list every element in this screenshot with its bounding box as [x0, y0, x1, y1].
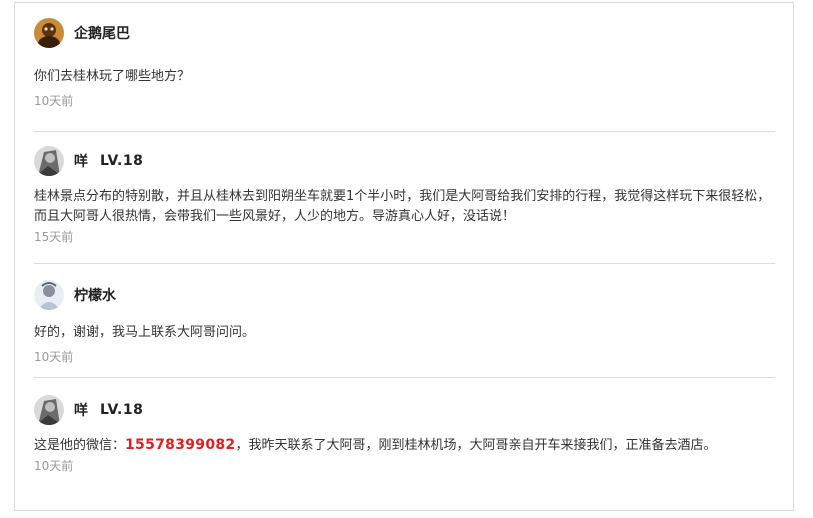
- comment-text-suffix: ，我昨天联系了大阿哥，刚到桂林机场，大阿哥亲自开车来接我们，正准备去酒店。: [235, 438, 717, 453]
- comment-header: 企鹅尾巴: [34, 17, 775, 49]
- comment-text: 好的，谢谢，我马上联系大阿哥问问。: [34, 325, 256, 340]
- comment-header: 咩 LV.18: [34, 394, 775, 426]
- comments-panel: 企鹅尾巴 你们去桂林玩了哪些地方？ 10天前 咩 LV.18 桂林景点分布的特别…: [14, 2, 794, 511]
- username[interactable]: 咩: [74, 151, 88, 171]
- person-avatar-icon[interactable]: [34, 280, 64, 310]
- comment-item: 企鹅尾巴 你们去桂林玩了哪些地方？ 10天前: [34, 17, 775, 109]
- comment-text: 这是他的微信：15578399082，我昨天联系了大阿哥，刚到桂林机场，大阿哥亲…: [34, 435, 775, 456]
- comment-time: 15天前: [34, 230, 74, 244]
- comment-header: 咩 LV.18: [34, 145, 775, 177]
- penguin-avatar-icon[interactable]: [34, 18, 64, 48]
- divider: [34, 263, 775, 264]
- comment-item: 咩 LV.18 桂林景点分布的特别散，并且从桂林去到阳朔坐车就要1个半小时，我们…: [34, 145, 775, 245]
- comment-time: 10天前: [34, 459, 74, 473]
- divider: [34, 377, 775, 378]
- comment-item: 柠檬水 好的，谢谢，我马上联系大阿哥问问。 10天前: [34, 279, 775, 365]
- comment-time: 10天前: [34, 350, 74, 364]
- username[interactable]: 企鹅尾巴: [74, 23, 130, 43]
- comment-text-prefix: 这是他的微信：: [34, 438, 126, 453]
- comment-item: 咩 LV.18 这是他的微信：15578399082，我昨天联系了大阿哥，刚到桂…: [34, 394, 775, 474]
- divider: [34, 131, 775, 132]
- comment-text: 你们去桂林玩了哪些地方？: [34, 69, 191, 84]
- username[interactable]: 柠檬水: [74, 285, 116, 305]
- wechat-phone-number[interactable]: 15578399082: [125, 437, 235, 453]
- user-level-badge: LV.18: [100, 402, 144, 418]
- comment-time: 10天前: [34, 94, 74, 108]
- comment-header: 柠檬水: [34, 279, 775, 311]
- username[interactable]: 咩: [74, 400, 88, 420]
- user-level-badge: LV.18: [100, 153, 144, 169]
- comment-text: 桂林景点分布的特别散，并且从桂林去到阳朔坐车就要1个半小时，我们是大阿哥给我们安…: [34, 189, 771, 224]
- person-avatar-icon[interactable]: [34, 395, 64, 425]
- person-avatar-icon[interactable]: [34, 146, 64, 176]
